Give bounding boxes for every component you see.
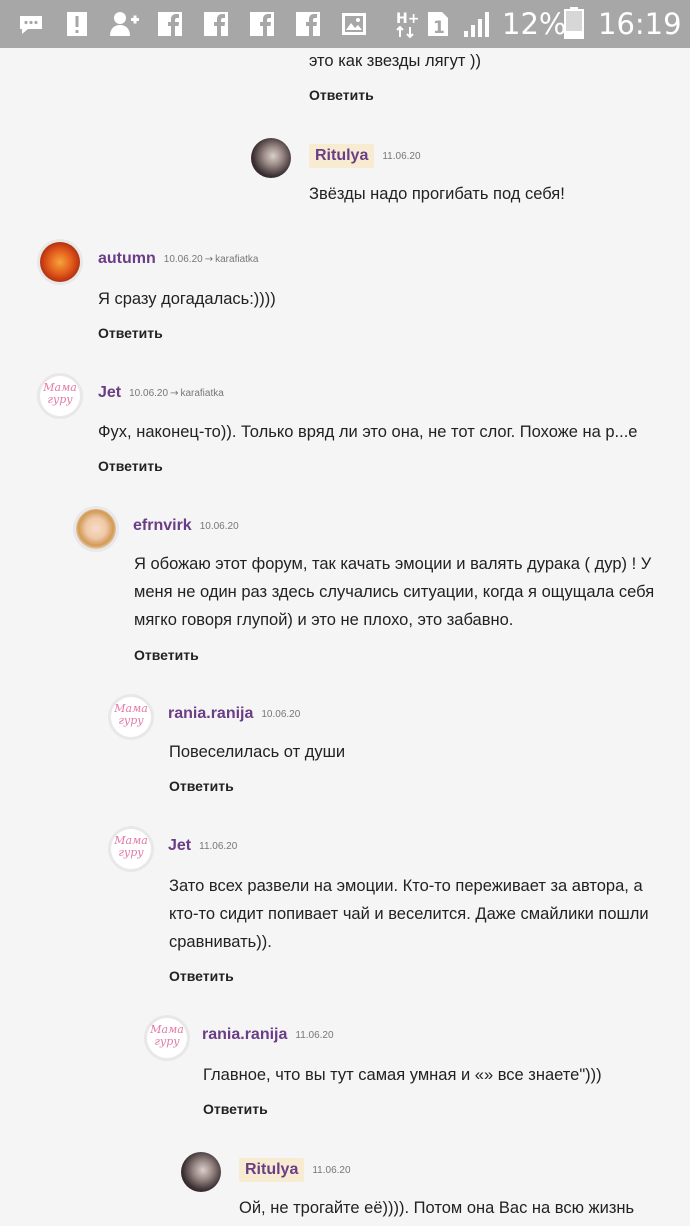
mama-guru-logo: Мама гуру (43, 381, 77, 406)
reply-button[interactable]: Ответить (169, 968, 234, 984)
battery-icon (562, 6, 586, 40)
avatar[interactable]: Мама гуру (111, 697, 151, 737)
comment-date: 11.06.20 (295, 1029, 334, 1041)
mama-guru-logo: Мама гуру (114, 834, 148, 859)
comment-meta: efrnvirk 10.06.20 (133, 515, 239, 541)
avatar[interactable] (181, 1152, 221, 1192)
comment-text: Звёзды надо прогибать под себя! (309, 185, 565, 203)
comment-text-line: сравнивать)). (169, 933, 272, 951)
comment-text-line: меня не один раз здесь случались ситуаци… (134, 583, 655, 601)
comment-text: Зато всех развели на эмоции. Кто-то пере… (169, 872, 649, 956)
facebook-icon (202, 9, 230, 39)
comment: autumn 10.06.20 → karafiatka Я сразу догада… (40, 242, 660, 352)
comment-date: 10.06.20 (261, 708, 301, 720)
reply-button[interactable]: Ответить (203, 1101, 268, 1117)
reply-to-arrow: → (170, 387, 179, 399)
comment-text-line: Я обожаю этот форум, так качать эмоции и… (134, 555, 652, 573)
reply-button[interactable]: Ответить (98, 325, 163, 341)
network-h-plus-icon: H+ (394, 9, 422, 41)
avatar[interactable] (40, 242, 80, 282)
author-name[interactable]: Jet (168, 835, 191, 857)
reply-button[interactable]: Ответить (134, 647, 199, 663)
sim-1-icon: 1 (426, 9, 450, 39)
author-name[interactable]: Ritulya (239, 1158, 305, 1182)
comment-text: Фух, наконец-то)). Только вряд ли это он… (98, 423, 638, 441)
avatar[interactable] (251, 138, 291, 178)
comment: efrnvirk 10.06.20 Я обожаю этот форум, та… (76, 509, 686, 669)
clock: 16:19 (598, 7, 682, 41)
comment-meta: Ritulya 11.06.20 (239, 1158, 351, 1184)
add-user-icon (108, 9, 140, 39)
status-bar: H+ 1 12% 16:19 (0, 0, 690, 48)
mama-guru-logo: Мама гуру (150, 1023, 184, 1048)
reply-button[interactable]: Ответить (98, 458, 163, 474)
comment: Ritulya 11.06.20 Звёзды надо прогибать по… (251, 138, 671, 218)
avatar[interactable]: Мама гуру (40, 376, 80, 416)
alert-icon (64, 9, 90, 39)
comment-text: Главное, что вы тут самая умная и «» все… (203, 1066, 602, 1084)
comment-text-line: Зато всех развели на эмоции. Кто-то пере… (169, 877, 643, 895)
comment-meta: Ritulya 11.06.20 (309, 144, 421, 170)
signal-icon (462, 9, 492, 39)
author-name[interactable]: rania.ranija (168, 703, 253, 725)
author-name[interactable]: efrnvirk (133, 515, 192, 537)
comment-text-line: кто-то сидит попивает чай и веселится. Д… (169, 905, 649, 923)
facebook-icon (156, 9, 184, 39)
comment-meta: autumn 10.06.20 → karafiatka (98, 248, 258, 274)
image-icon (340, 9, 368, 39)
svg-text:1: 1 (433, 18, 445, 38)
comment-date: 11.06.20 (199, 840, 238, 852)
mama-guru-logo: Мама гуру (114, 702, 148, 727)
comment-text: Ой, не трогайте её)))). Потом она Вас на… (239, 1199, 635, 1217)
comment-date: 10.06.20 (129, 387, 169, 399)
comment: Мама гуру rania.ranija 11.06.20 Главное, … (147, 1018, 667, 1128)
svg-text:H+: H+ (396, 11, 419, 27)
author-name[interactable]: Jet (98, 382, 121, 404)
comment-date: 10.06.20 (199, 520, 239, 532)
comment-text: Повеселилась от души (169, 743, 346, 761)
comment-meta: Jet 11.06.20 (168, 835, 237, 861)
facebook-icon (248, 9, 276, 39)
comment-text: Я сразу догадалась:)))) (98, 290, 276, 308)
comment-date: 11.06.20 (312, 1164, 351, 1176)
author-name[interactable]: autumn (98, 248, 156, 270)
author-name[interactable]: rania.ranija (202, 1024, 287, 1046)
avatar[interactable]: Мама гуру (111, 829, 151, 869)
author-name[interactable]: Ritulya (309, 144, 375, 168)
chat-icon (16, 9, 46, 39)
reply-to-arrow: → (204, 253, 214, 265)
comment-date: 10.06.20 (163, 253, 203, 265)
reply-button[interactable]: Ответить (169, 778, 234, 794)
reply-to-user[interactable]: karafiatka (215, 254, 258, 265)
comment: Мама гуру Jet 10.06.20 → karafiatka Фух, на… (40, 376, 680, 486)
comment-meta: Jet 10.06.20 → karafiatka (98, 382, 224, 408)
avatar[interactable]: Мама гуру (147, 1018, 187, 1058)
reply-button[interactable]: Ответить (309, 87, 374, 103)
facebook-icon (294, 9, 322, 39)
comment-text: это как звезды лягут )) (309, 52, 481, 70)
battery-percentage: 12% (502, 7, 567, 41)
reply-to-user[interactable]: karafiatka (180, 388, 223, 399)
comment-meta: rania.ranija 11.06.20 (202, 1024, 334, 1050)
comment-text: Я обожаю этот форум, так качать эмоции и… (134, 550, 654, 634)
comment-date: 11.06.20 (382, 150, 421, 162)
comment: Мама гуру Jet 11.06.20 Зато всех развели … (111, 829, 671, 999)
comment-meta: rania.ranija 10.06.20 (168, 703, 300, 729)
comment-text-line: мягко говоря глупой) и это не плохо, это… (134, 611, 514, 629)
comment: Ritulya 11.06.20 Ой, не трогайте её)))). … (181, 1152, 681, 1226)
comment: Мама гуру rania.ranija 10.06.20 Повеселил… (111, 697, 671, 807)
avatar[interactable] (76, 509, 116, 549)
